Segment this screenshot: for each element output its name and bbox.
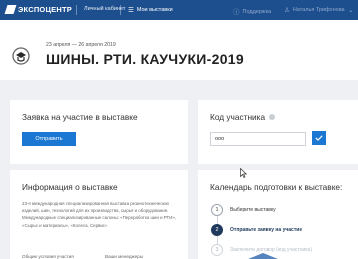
participant-code-title: Код участника: [210, 112, 276, 122]
calendar-step[interactable]: 2 Отправьте заявку на участие: [211, 224, 302, 236]
topbar-divider: [76, 5, 77, 15]
step-label: Заключите договор (код участника): [230, 247, 313, 253]
user-menu[interactable]: ♙ Наталья Трифонова ⌄: [284, 6, 354, 14]
event-dates: 23 апреля — 26 апреля 2019: [46, 42, 116, 48]
participant-code-label: Код участника: [210, 112, 266, 122]
step-connector: [217, 216, 218, 224]
nav-support[interactable]: ⓘ Поддержка: [233, 6, 271, 16]
participant-code-input[interactable]: [210, 132, 306, 146]
calendar-step[interactable]: 1 Выберите выставку: [211, 204, 276, 216]
help-icon: ⓘ: [233, 9, 240, 16]
exhibition-info-title: Информация о выставке: [22, 182, 118, 192]
page-header: [0, 20, 358, 80]
preparation-calendar-title: Календарь подготовки к выставке:: [210, 182, 343, 192]
apply-card: Заявка на участие в выставке Отправить: [10, 100, 188, 164]
step-connector: [217, 236, 218, 244]
your-managers-link[interactable]: Ваши менеджеры: [105, 254, 143, 259]
exhibition-description: 23-я международная специализированная вы…: [22, 201, 177, 228]
cursor-icon: [240, 168, 247, 178]
nav-my-exhibitions-label: Мои выставки: [136, 7, 173, 13]
step-label: Выберите выставку: [230, 207, 276, 213]
step-number: 2: [211, 224, 223, 236]
user-name: Наталья Трифонова: [292, 7, 345, 13]
check-icon: [315, 135, 323, 141]
participation-terms-link[interactable]: Общие условия участия: [22, 254, 74, 259]
exhibition-info-card: Информация о выставке 23-я международная…: [10, 170, 188, 259]
logo-text: ЭКСПОЦЕНТР: [18, 5, 72, 14]
help-icon[interactable]: [269, 114, 276, 120]
preparation-calendar-card: Календарь подготовки к выставке: 1 Выбер…: [198, 170, 358, 259]
logo[interactable]: ЭКСПОЦЕНТР: [4, 5, 72, 14]
step-number: 3: [211, 244, 223, 256]
submit-code-button[interactable]: [312, 131, 326, 145]
nav-support-label: Поддержка: [242, 9, 272, 15]
step-label: Отправьте заявку на участие: [230, 227, 303, 233]
page-title: ШИНЫ. РТИ. КАУЧУКИ-2019: [46, 51, 244, 67]
user-icon: ♙: [284, 7, 290, 14]
top-navigation-bar: ЭКСПОЦЕНТР Личный кабинет ☰ Мои выставки …: [0, 0, 358, 20]
apply-card-title: Заявка на участие в выставке: [22, 112, 138, 122]
nav-my-exhibitions[interactable]: ☰ Мои выставки: [128, 6, 173, 14]
send-application-button[interactable]: Отправить: [22, 132, 76, 146]
logo-mark-icon: [4, 5, 17, 14]
chevron-down-icon: ⌄: [348, 7, 354, 14]
step-number: 1: [211, 204, 223, 216]
list-icon: ☰: [128, 7, 134, 14]
participant-code-card: Код участника: [198, 100, 358, 164]
topbar-divider: [120, 5, 121, 15]
event-icon: [12, 47, 30, 65]
